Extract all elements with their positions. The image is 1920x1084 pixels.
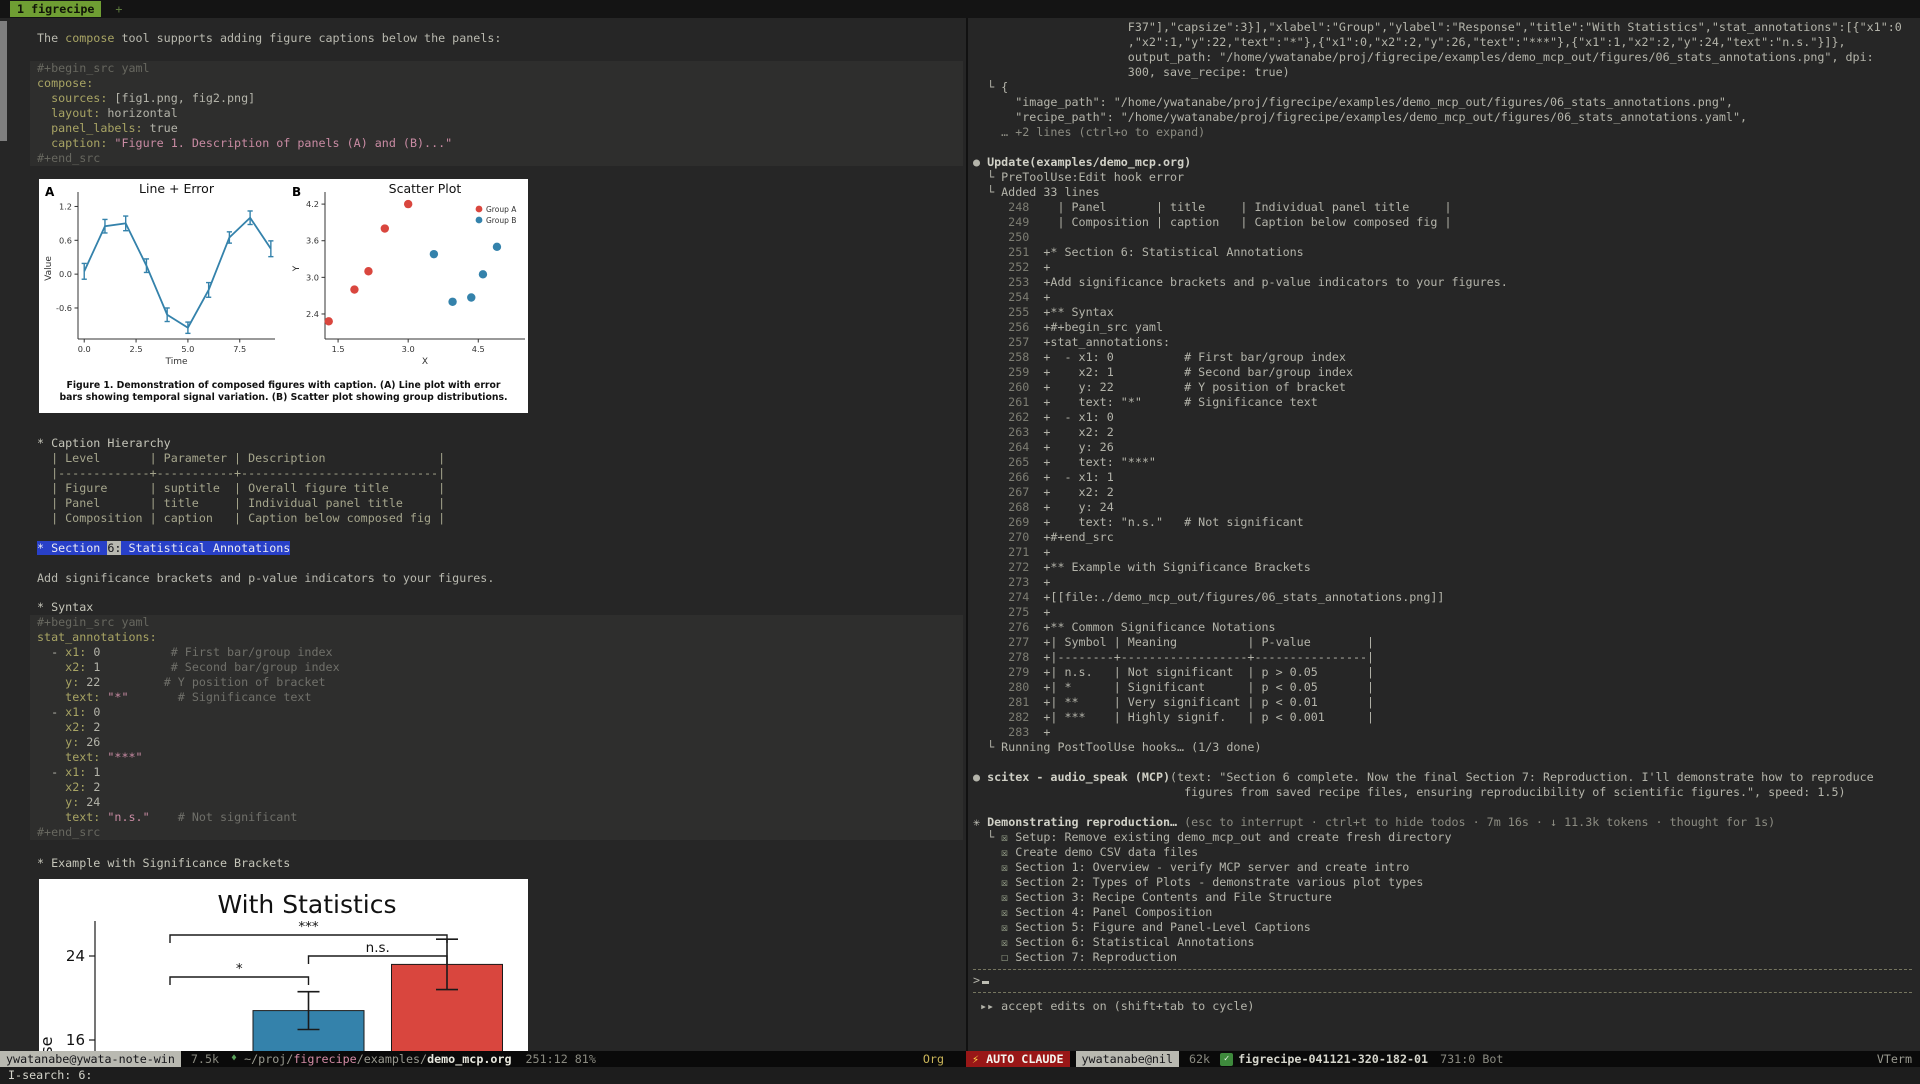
svg-text:Time: Time [164,357,187,367]
major-mode-org: Org [922,1052,944,1066]
section6-heading: * Section 6: Statistical Annotations [37,541,291,556]
path-file: demo_mcp.org [427,1052,512,1066]
figure-caption-line: bars showing temporal signal variation. … [59,392,508,403]
org-buffer-pane: The compose tool supports adding figure … [0,18,966,1051]
svg-text:Line + Error: Line + Error [139,181,215,196]
svg-text:A: A [45,185,55,199]
text-cursor [982,981,990,984]
caption-hierarchy-heading: * Caption Hierarchy [37,436,171,450]
buffer-icon: ♦ [231,1053,238,1064]
modeline-left-window: ywatanabe@ywata-note-win 7.5k ♦ ~/proj/f… [0,1051,966,1067]
intro-paragraph: The compose tool supports adding figure … [37,31,963,46]
modeline-right-window: ⚡ AUTO CLAUDE ywatanabe@nil 62k ✓ figrec… [966,1051,1920,1067]
scrollbar[interactable] [0,21,7,141]
input-separator-bottom [973,992,1912,993]
svg-text:Value: Value [44,256,54,281]
buffer-size: 62k [1188,1052,1211,1066]
path-mid: /examples/ [356,1052,428,1066]
isearch-prompt: I-search: 6: [8,1068,93,1082]
composed-figure-svg: 0.0 2.5 5.0 7.5 -0.6 0.0 0.6 1.2 Line + Error A Ti… [44,181,525,367]
session-badge-icon: ✓ [1220,1052,1234,1066]
terminal-output: F37"],"capsize":3}],"xlabel":"Group","yl… [973,20,1902,964]
svg-text:4.5: 4.5 [472,344,485,354]
svg-text:Group B: Group B [486,216,516,225]
modeline: ywatanabe@ywata-note-win 7.5k ♦ ~/proj/f… [0,1051,1920,1067]
tab-figrecipe[interactable]: 1 figrecipe [10,1,102,17]
buffer-path: ~/proj/figrecipe/examples/demo_mcp.org [244,1051,511,1067]
tab-label: 1 figrecipe [17,2,95,16]
svg-text:1.2: 1.2 [59,201,72,211]
isearch-current-match: 6: [107,541,122,555]
svg-text:-0.6: -0.6 [56,303,72,313]
cursor-position: 731:0 Bot [1440,1052,1504,1066]
emacs-frame: 1 figrecipe + The compose tool supports … [0,0,1920,1084]
minibuffer[interactable]: I-search: 6: [0,1067,1920,1084]
intro-text: The [37,31,66,45]
auto-claude-label: AUTO CLAUDE [986,1052,1064,1066]
svg-text:n.s.: n.s. [366,940,390,956]
figure-caption-line: Figure 1. Demonstration of composed figu… [66,380,501,391]
isearch-lazy-highlight: * Section [37,541,108,555]
intro-text: tool supports adding figure captions bel… [114,31,502,45]
new-tab-button[interactable]: + [115,2,122,17]
session-name: figrecipe-041121-320-182-01 [1238,1052,1429,1066]
major-mode-vterm: VTerm [1876,1052,1912,1066]
stats-figure-svg: ****n.s.1624With StatisticsResponseGroup [37,890,503,1051]
svg-text:B: B [292,185,301,199]
svg-text:Group A: Group A [486,205,517,214]
svg-text:4.2: 4.2 [306,199,319,209]
path-prefix: ~/proj/ [244,1052,294,1066]
figure-caption: Figure 1. Demonstration of composed figu… [39,380,528,404]
input-separator-top [973,969,1912,970]
svg-text:Scatter Plot: Scatter Plot [389,181,462,196]
inline-code: compose [65,31,115,45]
svg-text:3.6: 3.6 [306,236,319,246]
isearch-lazy-highlight: Statistical Annotations [121,541,291,555]
svg-text:With Statistics: With Statistics [218,890,397,919]
buffer-size: 7.5k [190,1052,220,1066]
composed-figure-image: 0.0 2.5 5.0 7.5 -0.6 0.0 0.6 1.2 Line + Error A Ti… [39,179,528,413]
auto-claude-badge: ⚡ AUTO CLAUDE [966,1051,1070,1067]
stats-figure-image: ****n.s.1624With StatisticsResponseGroup [37,879,528,1051]
svg-text:0.6: 0.6 [59,235,72,245]
svg-text:3.0: 3.0 [402,344,415,354]
svg-text:X: X [422,357,428,367]
src-block-stat-annotations: #+begin_src yaml stat_annotations: - x1: … [30,615,963,840]
svg-text:0.0: 0.0 [78,344,91,354]
svg-text:2.4: 2.4 [306,309,319,319]
prompt-input[interactable]: > [968,973,1920,988]
section6-paragraph: Add significance brackets and p-value in… [37,571,495,585]
svg-text:Y: Y [292,265,302,272]
cursor-position: 251:12 81% [525,1052,596,1066]
svg-text:2.5: 2.5 [130,344,143,354]
syntax-heading: * Syntax [37,600,94,614]
svg-text:***: *** [298,919,319,935]
svg-text:3.0: 3.0 [306,272,319,282]
prompt-char: > [973,973,981,987]
caption-hierarchy-table: | Level | Parameter | Description | |---… [37,451,446,525]
host-chip: ywatanabe@nil [1075,1051,1179,1067]
claude-terminal-pane: F37"],"capsize":3}],"xlabel":"Group","yl… [966,18,1920,1051]
svg-text:Response: Response [39,1037,56,1051]
svg-text:0.0: 0.0 [59,269,72,279]
tab-bar: 1 figrecipe + [0,0,1920,18]
svg-text:*: * [236,961,243,977]
path-project: figrecipe [293,1052,357,1066]
svg-text:7.5: 7.5 [233,344,246,354]
example-heading: * Example with Significance Brackets [37,856,291,870]
src-block-compose: #+begin_src yaml compose: sources: [fig1.… [30,61,963,166]
host-chip: ywatanabe@ywata-note-win [0,1051,181,1067]
svg-text:16: 16 [66,1031,85,1049]
svg-text:5.0: 5.0 [181,344,194,354]
svg-text:1.5: 1.5 [332,344,345,354]
lightning-icon: ⚡ [972,1052,980,1066]
svg-text:24: 24 [66,947,85,965]
accept-edits-toggle[interactable]: ▸▸ accept edits on (shift+tab to cycle) [968,999,1920,1014]
